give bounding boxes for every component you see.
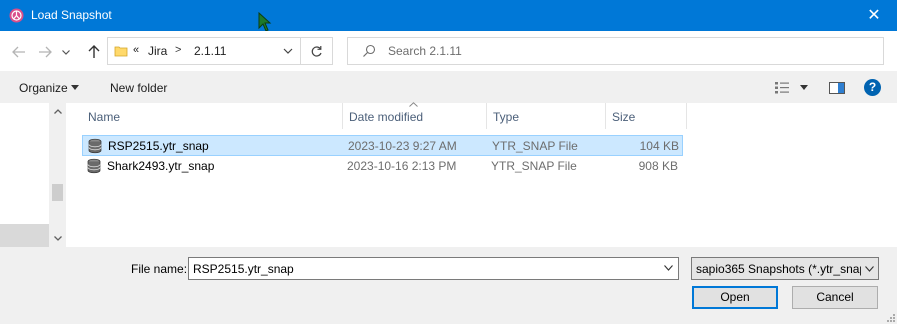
address-dropdown-icon[interactable] [281,44,295,58]
file-row[interactable]: Shark2493.ytr_snap 2023-10-16 2:13 PM YT… [82,156,683,177]
chevron-down-icon[interactable] [664,265,673,271]
breadcrumb-item-jira[interactable]: Jira [148,44,167,58]
resize-grip-icon[interactable] [885,312,895,322]
open-button[interactable]: Open [692,286,778,309]
file-row[interactable]: RSP2515.ytr_snap 2023-10-23 9:27 AM YTR_… [82,135,683,156]
address-bar[interactable]: « Jira > 2.1.11 [107,37,301,65]
title-bar: Load Snapshot ✕ [0,0,897,31]
chevron-down-icon [71,85,79,90]
forward-button[interactable] [36,43,54,61]
view-dropdown-icon[interactable] [800,85,808,90]
close-icon: ✕ [867,7,881,24]
file-list[interactable]: Name Date modified Type Size RSP2515.ytr… [66,103,897,247]
database-file-icon [87,158,101,174]
app-icon [9,8,24,23]
new-folder-button[interactable]: New folder [110,81,167,95]
file-date: 2023-10-16 2:13 PM [347,159,457,173]
organize-button[interactable]: Organize [19,81,68,95]
breadcrumb-separator[interactable]: > [175,44,181,56]
file-size: 908 KB [638,159,678,173]
help-icon[interactable]: ? [864,79,881,96]
sort-indicator-icon [409,102,418,107]
navigation-pane[interactable] [0,103,66,247]
column-header-end [686,103,687,129]
arrow-left-icon [12,46,25,58]
recent-locations-button[interactable] [59,43,73,61]
arrow-right-icon [39,46,52,58]
navigation-pane-scrollbar[interactable] [49,103,66,247]
window-title: Load Snapshot [31,8,112,22]
database-file-icon [88,138,102,154]
search-icon [363,44,376,57]
column-header-size-label: Size [612,110,636,124]
file-date: 2023-10-23 9:27 AM [348,139,457,153]
file-size: 104 KB [639,139,679,153]
scroll-down-button[interactable] [49,230,66,247]
file-type-filter-value: sapio365 Snapshots (*.ytr_snap) [696,262,861,276]
back-button[interactable] [10,43,28,61]
chevron-down-icon [865,266,874,272]
refresh-button[interactable] [301,37,333,65]
chevron-down-icon [62,49,70,55]
column-header-type[interactable]: Type [486,103,605,129]
close-button[interactable]: ✕ [851,0,897,31]
file-name: Shark2493.ytr_snap [107,159,215,173]
file-name-label: File name: [131,262,188,276]
command-bar: Organize New folder ? [0,71,897,103]
folder-icon [114,46,128,57]
file-name-combobox[interactable] [188,257,679,280]
search-box[interactable]: Search 2.1.11 [347,37,884,65]
navigation-bar: « Jira > 2.1.11 Search 2.1.11 [0,31,897,71]
navigation-pane-selected-item[interactable] [0,224,49,247]
file-name: RSP2515.ytr_snap [108,139,209,153]
refresh-icon [311,45,322,57]
search-placeholder: Search 2.1.11 [388,44,462,58]
file-name-input[interactable] [193,261,653,277]
breadcrumb-item-version[interactable]: 2.1.11 [194,44,226,58]
column-header-date-label: Date modified [349,110,424,124]
breadcrumb-overflow[interactable]: « [133,44,139,56]
column-header-name-label: Name [88,110,121,124]
cancel-button[interactable]: Cancel [792,286,878,309]
file-type: YTR_SNAP File [491,159,577,173]
scrollbar-thumb[interactable] [52,184,63,201]
scroll-up-button[interactable] [49,103,66,120]
dialog-footer: File name: sapio365 Snapshots (*.ytr_sna… [0,247,897,324]
column-header-size[interactable]: Size [605,103,686,129]
mouse-cursor-icon [258,12,272,32]
column-header-name[interactable]: Name [66,103,342,129]
file-type: YTR_SNAP File [492,139,578,153]
column-header-type-label: Type [493,110,520,124]
chevron-up-icon [53,109,62,114]
file-type-filter-select[interactable]: sapio365 Snapshots (*.ytr_snap) [691,257,879,280]
up-button[interactable] [85,43,103,61]
preview-pane-icon[interactable] [829,81,845,95]
view-options-icon[interactable] [774,81,790,95]
arrow-up-icon [88,45,100,58]
chevron-down-icon [53,236,62,241]
